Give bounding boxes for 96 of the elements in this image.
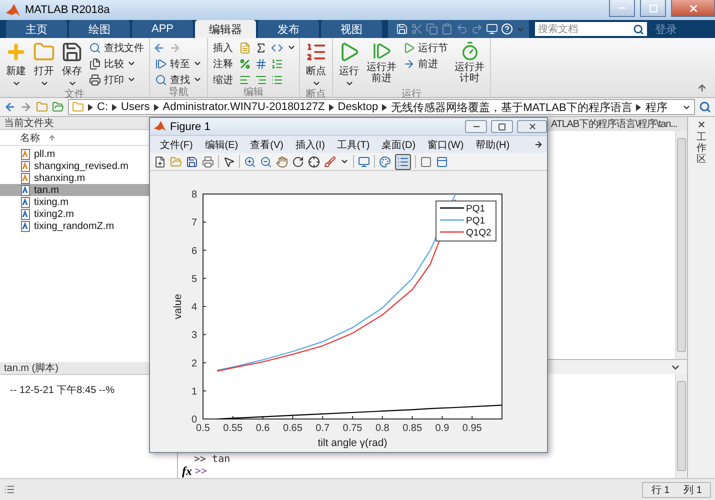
tick-label: 0.5 (196, 423, 210, 434)
tick-label: 3 (191, 330, 197, 342)
editor-tab[interactable]: ATLAB下的程序语言\程序\tan... (551, 117, 678, 131)
menu-item[interactable]: 帮助(H) (470, 138, 516, 152)
find-button[interactable]: 查找 (153, 72, 204, 87)
tick-label: 0.6 (256, 423, 270, 434)
tick-label: 0.65 (282, 423, 302, 434)
command-line: >> tan (193, 454, 232, 465)
file-name: pll.m (34, 148, 56, 160)
column-header[interactable]: 名称 (0, 130, 149, 146)
command-prompt: >> (195, 466, 208, 477)
new-button[interactable]: 新建 (3, 40, 29, 89)
menu-item[interactable]: 桌面(D) (376, 138, 422, 152)
path-field[interactable]: C: Users Administrator.WIN7U-20180127Z Desktop 无线传感器网络覆盖，基于MATLAB下的程序语言 程序 (68, 99, 695, 115)
open-button[interactable]: 打开 (31, 40, 57, 89)
tick-label: 0.85 (402, 423, 422, 434)
path-segment[interactable]: Administrator.WIN7U-20180127Z (162, 101, 325, 113)
path-segment[interactable]: C: (97, 101, 108, 113)
axis-label: value (172, 294, 184, 320)
legend-label: PQ1 (466, 216, 486, 226)
ribbon-tab[interactable]: 主页 (6, 20, 67, 38)
file-item[interactable]: tan.m (0, 184, 149, 196)
tick-label: 2 (191, 358, 197, 370)
group-label: 导航 (168, 87, 190, 98)
group-label: 文件 (64, 89, 86, 100)
file-item[interactable]: tixing.m (0, 196, 149, 208)
tick-label: 0.8 (375, 423, 390, 434)
function-browser-button[interactable]: fx (182, 464, 192, 479)
path-segment[interactable]: Users (121, 101, 150, 113)
print-button[interactable]: 打印 (87, 72, 146, 87)
file-name: shangxing_revised.m (34, 160, 128, 172)
column-title: 名称 (20, 132, 40, 144)
legend-label: PQ1 (466, 204, 486, 214)
run-and-advance-button[interactable]: 运行并前进 (364, 40, 399, 85)
tick-label: 7 (191, 218, 197, 229)
menu-item[interactable]: 查看(V) (244, 138, 290, 152)
panel-title[interactable]: 工作区 (696, 132, 706, 165)
tick-label: 6 (191, 246, 197, 257)
tick-label: 1 (191, 386, 197, 398)
window-title: Figure 1 (170, 120, 210, 132)
run-button[interactable]: 运行 (336, 40, 362, 89)
axis-label: tilt angle γ(rad) (318, 437, 388, 449)
legend-label: Q1Q2 (466, 228, 492, 238)
menu-item[interactable]: 插入(I) (289, 138, 331, 152)
advance-button[interactable]: 前进 (401, 56, 450, 71)
path-segment[interactable]: 无线传感器网络覆盖，基于MATLAB下的程序语言 (391, 100, 632, 114)
insert-button[interactable]: 插入 (211, 40, 235, 55)
file-name: tixing_randomZ.m (34, 220, 114, 232)
menu-item[interactable]: 文件(F) (154, 138, 199, 152)
tick-label: 8 (191, 190, 197, 200)
tick-label: 0.75 (342, 423, 362, 434)
file-item[interactable]: shangxing_revised.m (0, 160, 149, 172)
group-label: 运行 (400, 89, 422, 100)
status-text: 列 1 (684, 484, 702, 496)
path-segment[interactable]: 程序 (645, 100, 668, 114)
path-segment[interactable]: Desktop (338, 101, 378, 113)
tick-label: 0.95 (462, 423, 482, 434)
tick-label: 0.55 (223, 423, 243, 434)
ribbon-tab[interactable]: 视图 (321, 20, 382, 38)
group-label: 编辑 (242, 87, 264, 98)
run-section-button[interactable]: 运行节 (401, 40, 450, 55)
tick-label: 4 (191, 302, 197, 313)
ribbon-tab[interactable]: 编辑器 (195, 20, 256, 38)
file-name: tan.m (34, 184, 60, 196)
group-label: 断点 (305, 89, 327, 100)
file-name: shanxing.m (34, 172, 86, 184)
ribbon-tab[interactable]: APP (132, 20, 193, 38)
file-item[interactable]: shanxing.m (0, 172, 149, 184)
tick-label: 5 (191, 274, 197, 285)
tick-label: 0.7 (316, 423, 330, 434)
menu-item[interactable]: 工具(T) (330, 138, 376, 152)
find-files-button[interactable]: 查找文件 (87, 40, 146, 55)
save-button[interactable]: 保存 (59, 40, 85, 89)
ribbon-tab[interactable]: 绘图 (69, 20, 130, 38)
tick-label: 0 (191, 414, 197, 426)
sign-in-link[interactable]: 登录 (649, 20, 681, 38)
panel-title: tan.m (脚本) (4, 362, 58, 375)
window-title: MATLAB R2018a (25, 4, 110, 16)
file-item[interactable]: tixing2.m (0, 208, 149, 220)
breakpoints-button[interactable]: 断点 (303, 40, 329, 89)
tick-label: 0.9 (435, 423, 450, 434)
indent-button[interactable]: 缩进 (211, 72, 235, 87)
status-text: 行 1 (651, 484, 670, 496)
file-description: -- 12-5-21 下午8:45 --% (10, 385, 114, 396)
comment-button[interactable]: 注释 (211, 56, 235, 71)
menu-item[interactable]: 窗口(W) (422, 138, 470, 152)
file-item[interactable]: tixing_randomZ.m (0, 220, 149, 232)
run-and-time-button[interactable]: 运行并计时 (452, 40, 487, 85)
file-item[interactable]: pll.m (0, 148, 149, 160)
compare-button[interactable]: 比较 (87, 56, 146, 71)
go-to-button[interactable]: 转至 (153, 56, 204, 71)
file-name: tixing2.m (34, 208, 74, 220)
file-name: tixing.m (34, 196, 68, 208)
ribbon-tab[interactable]: 发布 (258, 20, 319, 38)
panel-title: 当前文件夹 (4, 116, 54, 130)
menu-item[interactable]: 编辑(E) (198, 138, 244, 152)
